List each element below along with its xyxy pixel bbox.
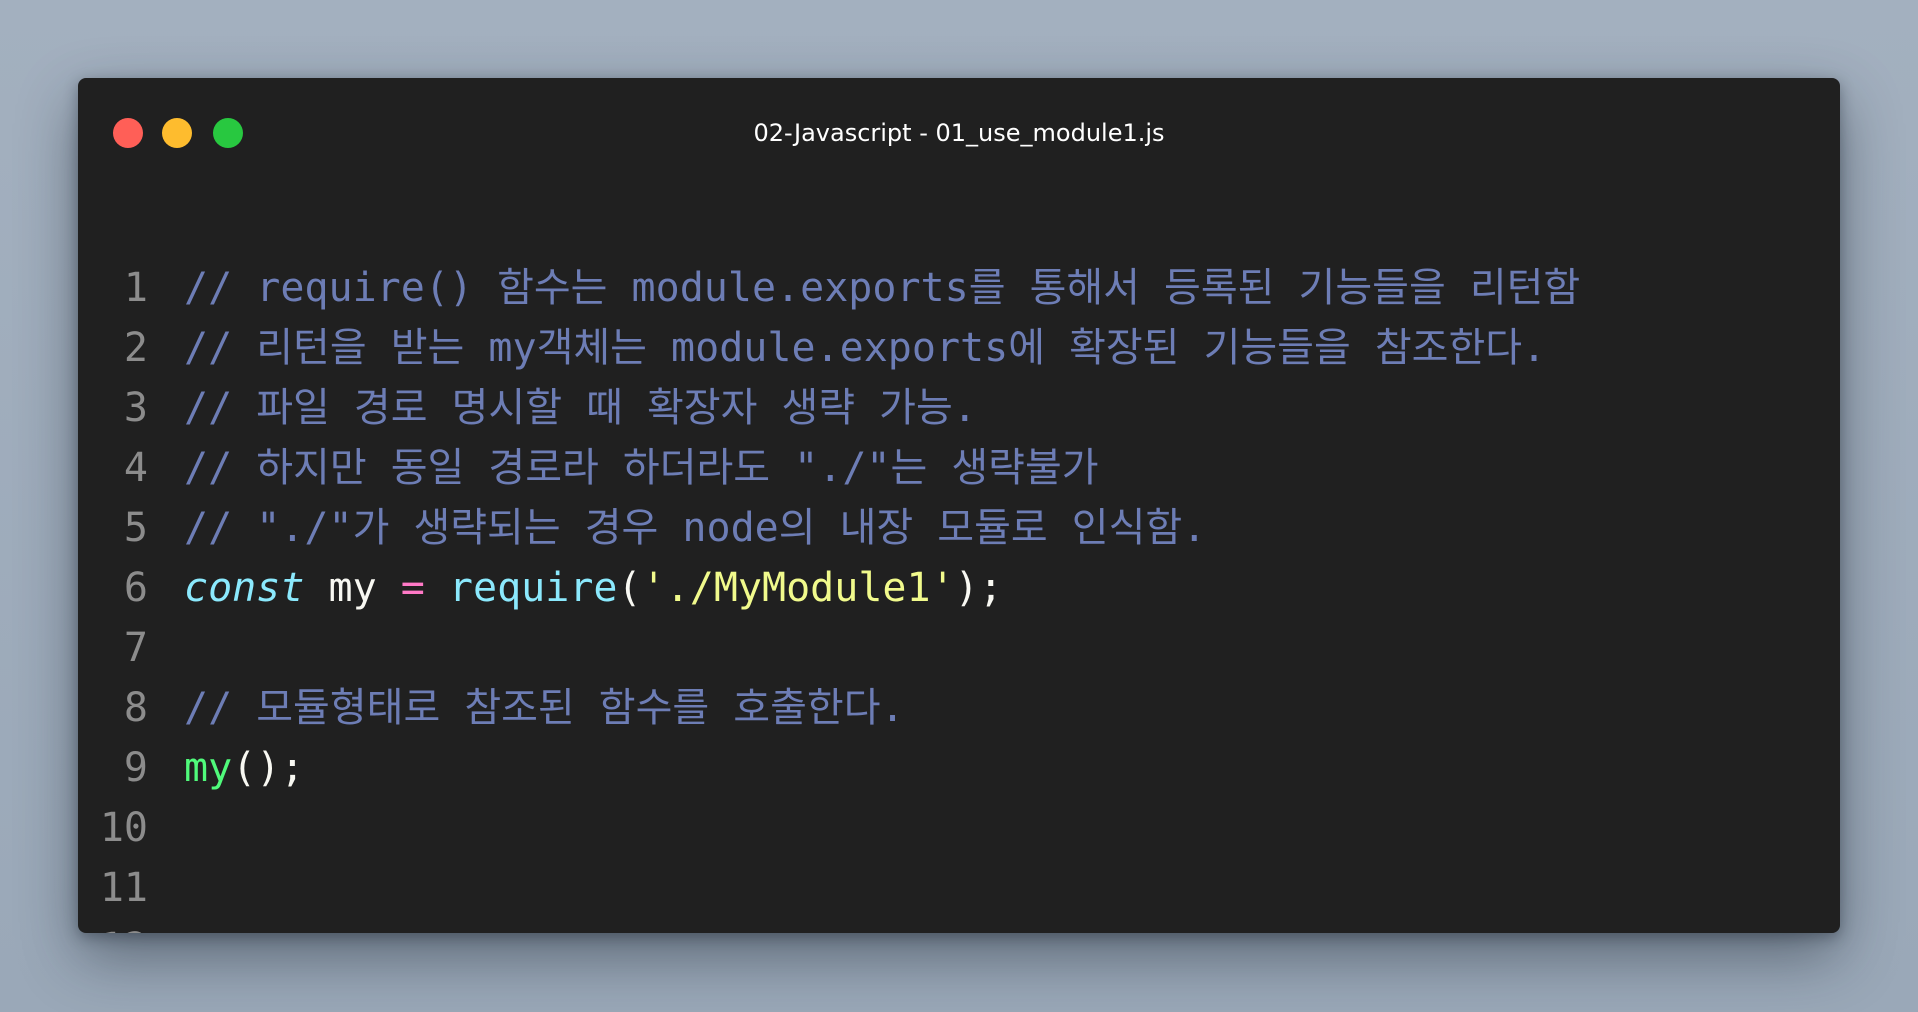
function-token: require <box>424 565 618 611</box>
operator-token: = <box>400 565 425 611</box>
code-line: 1 // require() 함수는 module.exports를 통해서 등… <box>78 258 1840 318</box>
line-content: // 리턴을 받는 my객체는 module.exports에 확장된 기능들을… <box>184 318 1546 378</box>
paren-token: ); <box>954 565 1003 611</box>
code-comment: // 모듈형태로 참조된 함수를 호출한다. <box>184 685 905 731</box>
line-number: 10 <box>99 805 148 851</box>
code-comment: // 하지만 동일 경로라 하더라도 "./"는 생략불가 <box>184 445 1099 491</box>
line-number: 4 <box>123 445 148 491</box>
line-number: 5 <box>123 505 148 551</box>
line-number: 2 <box>123 325 148 371</box>
line-number: 6 <box>123 565 148 611</box>
code-comment: // 리턴을 받는 my객체는 module.exports에 확장된 기능들을… <box>184 325 1547 371</box>
code-line: 9 my(); <box>78 738 1840 798</box>
keyword-token: const <box>184 565 305 611</box>
editor-window: 02-Javascript - 01_use_module1.js 1 // r… <box>78 78 1840 933</box>
line-number: 7 <box>123 625 148 671</box>
code-line: 5 // "./"가 생략되는 경우 node의 내장 모듈로 인식함. <box>78 498 1840 558</box>
line-number: 11 <box>99 865 148 911</box>
line-number: 1 <box>123 265 148 311</box>
code-line: 10 <box>78 798 1840 858</box>
line-content: // require() 함수는 module.exports를 통해서 등록된… <box>184 258 1580 318</box>
line-number: 3 <box>123 385 148 431</box>
code-comment: // require() 함수는 module.exports를 통해서 등록된… <box>184 265 1581 311</box>
code-line: 8 // 모듈형태로 참조된 함수를 호출한다. <box>78 678 1840 738</box>
line-number: 12 <box>78 918 148 933</box>
line-content: const my = require('./MyModule1'); <box>184 558 1003 618</box>
line-content: // "./"가 생략되는 경우 node의 내장 모듈로 인식함. <box>184 498 1206 558</box>
function-call-token: my <box>184 745 233 791</box>
paren-token: ( <box>617 565 642 611</box>
code-line: 6 const my = require('./MyModule1'); <box>78 558 1840 618</box>
title-bar: 02-Javascript - 01_use_module1.js <box>78 78 1840 178</box>
line-content: // 파일 경로 명시할 때 확장자 생략 가능. <box>184 378 977 438</box>
string-token: './MyModule1' <box>641 565 955 611</box>
code-line: 7 <box>78 618 1840 678</box>
variable-token: my <box>304 565 401 611</box>
line-content: // 모듈형태로 참조된 함수를 호출한다. <box>184 678 905 738</box>
code-line: 2 // 리턴을 받는 my객체는 module.exports에 확장된 기능… <box>78 318 1840 378</box>
code-line: 11 <box>78 858 1840 918</box>
paren-token: (); <box>232 745 305 791</box>
line-number: 9 <box>123 745 148 791</box>
code-line: 4 // 하지만 동일 경로라 하더라도 "./"는 생략불가 <box>78 438 1840 498</box>
code-line: 3 // 파일 경로 명시할 때 확장자 생략 가능. <box>78 378 1840 438</box>
line-content: // 하지만 동일 경로라 하더라도 "./"는 생략불가 <box>184 438 1099 498</box>
code-line: 12 <box>78 918 1840 933</box>
window-title: 02-Javascript - 01_use_module1.js <box>753 119 1165 147</box>
line-content: my(); <box>184 738 304 798</box>
code-comment: // "./"가 생략되는 경우 node의 내장 모듈로 인식함. <box>184 505 1207 551</box>
line-number: 8 <box>123 685 148 731</box>
code-comment: // 파일 경로 명시할 때 확장자 생략 가능. <box>184 385 977 431</box>
